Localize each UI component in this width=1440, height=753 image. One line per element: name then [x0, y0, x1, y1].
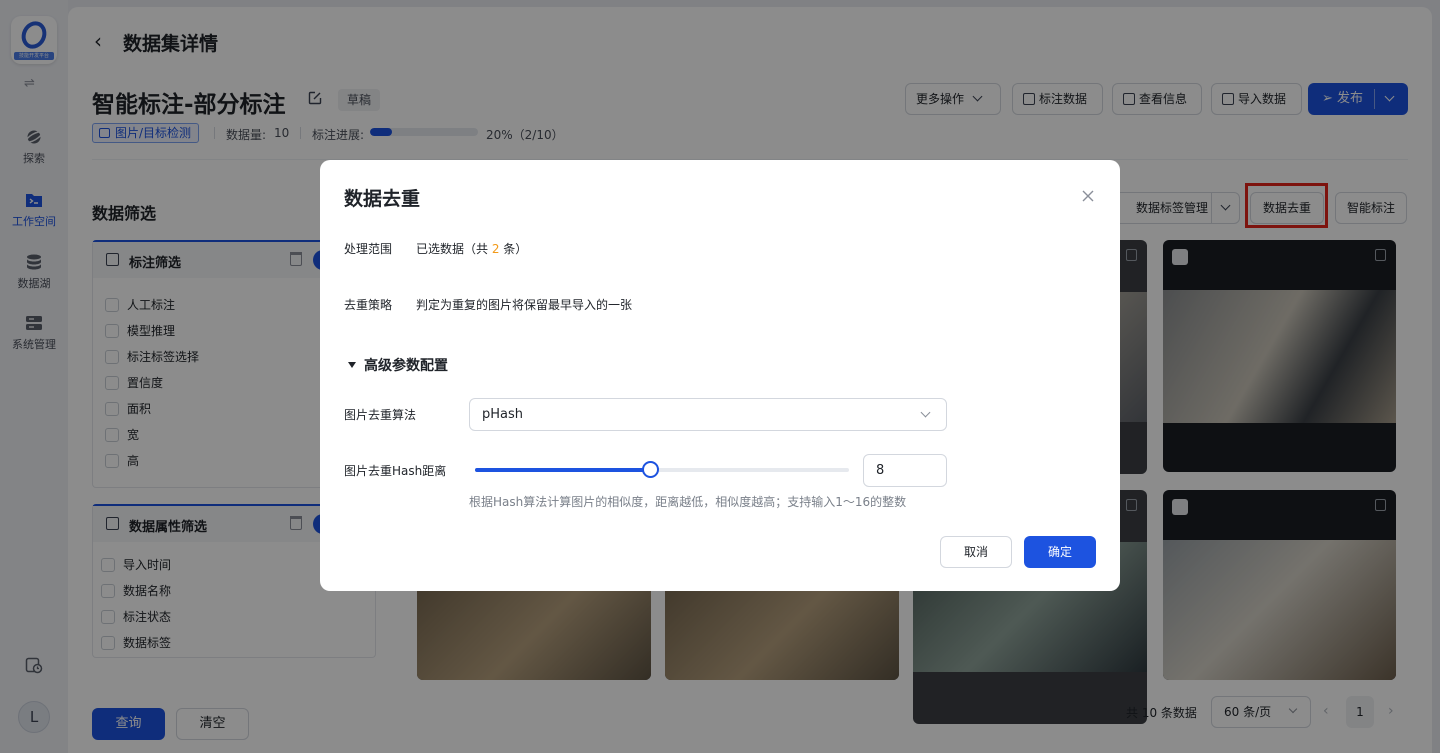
advanced-config-toggle[interactable]: 高级参数配置 [348, 355, 448, 375]
caret-down-icon [348, 362, 356, 368]
hash-distance-hint: 根据Hash算法计算图片的相似度，距离越低，相似度越高；支持输入1～16的整数 [469, 495, 907, 509]
confirm-button[interactable]: 确定 [1024, 536, 1096, 568]
dedup-modal: 数据去重 处理范围 已选数据（共 2 条） 去重策略 判定为重复的图片将保留最早… [320, 160, 1120, 591]
chevron-down-icon [920, 407, 931, 418]
scope-label: 处理范围 [344, 242, 393, 256]
modal-title: 数据去重 [344, 188, 421, 210]
algorithm-label: 图片去重算法 [344, 408, 417, 422]
strategy-label: 去重策略 [344, 298, 393, 312]
hash-distance-slider[interactable] [475, 461, 849, 478]
close-icon[interactable] [1080, 188, 1096, 204]
hash-distance-input[interactable]: 8 [863, 454, 947, 487]
scope-value: 已选数据（共 2 条） [416, 242, 528, 256]
slider-handle[interactable] [641, 461, 659, 478]
strategy-value: 判定为重复的图片将保留最早导入的一张 [416, 298, 633, 312]
algorithm-select[interactable]: pHash [469, 398, 947, 431]
slider-fill [475, 468, 650, 472]
hash-distance-label: 图片去重Hash距离 [344, 464, 447, 478]
cancel-button[interactable]: 取消 [940, 536, 1012, 568]
